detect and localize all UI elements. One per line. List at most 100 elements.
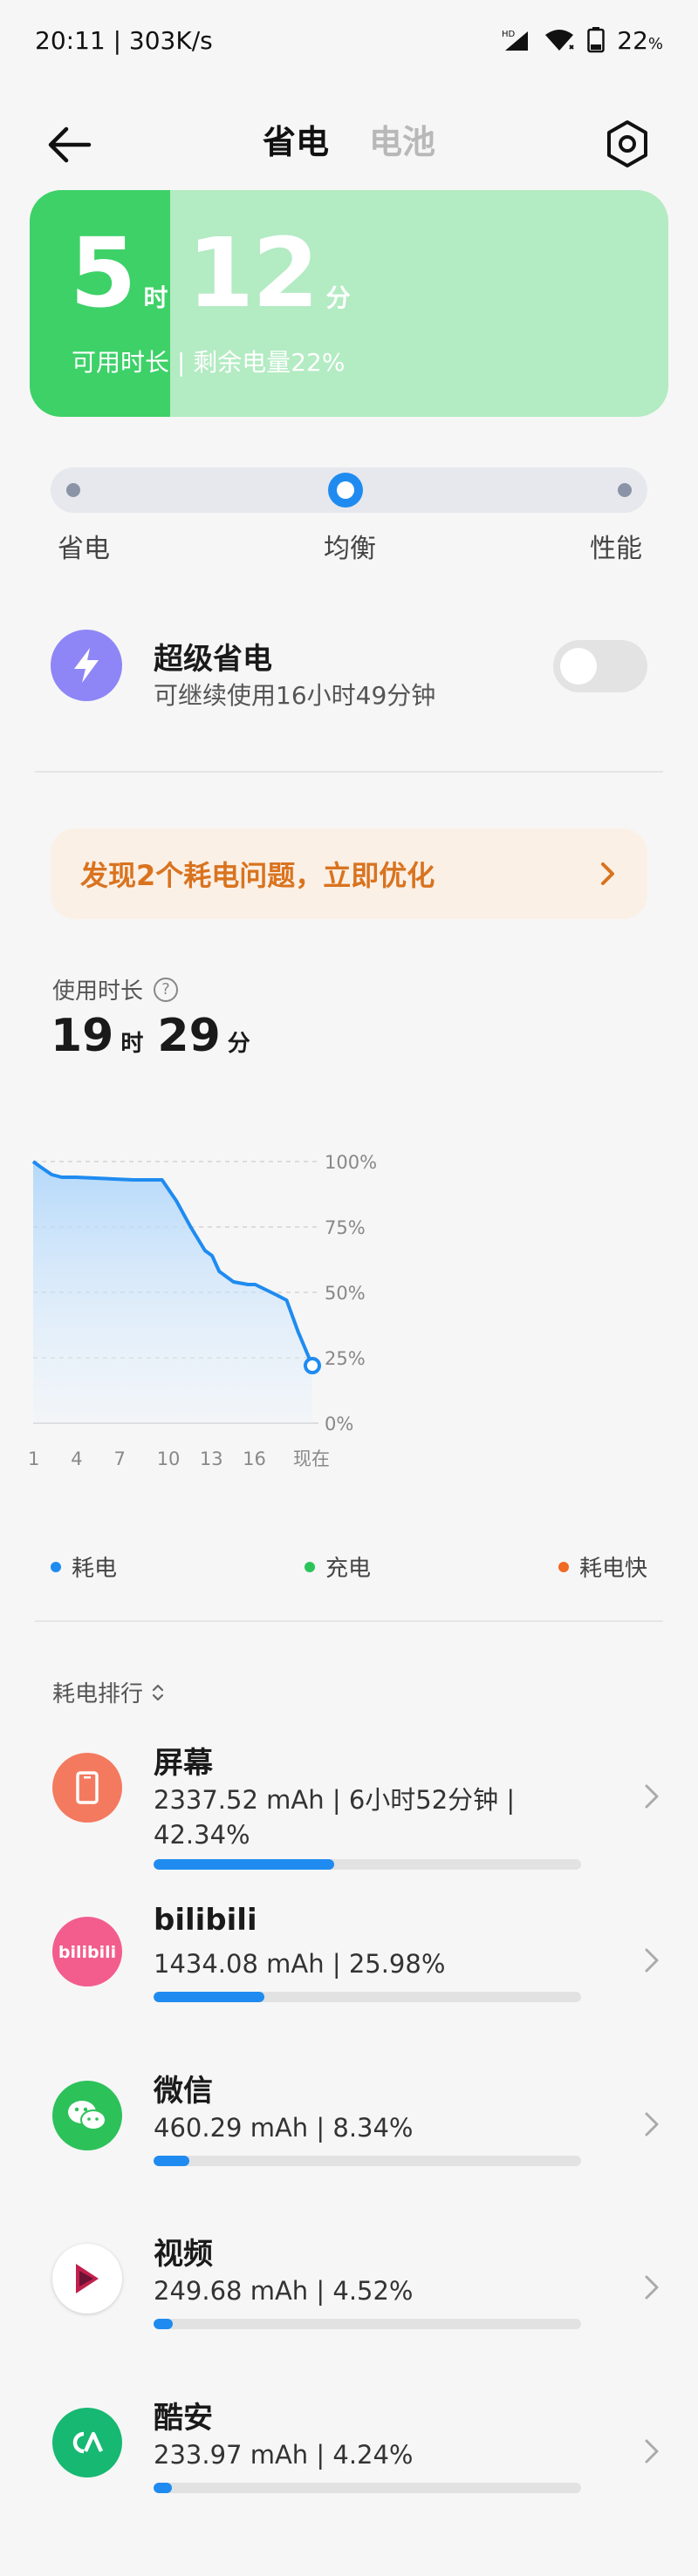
legend-item: 耗电 <box>51 1550 117 1583</box>
app-consumption-bar-fill <box>154 1992 265 2002</box>
legend-label: 充电 <box>325 1556 371 1582</box>
app-name: 屏幕 <box>154 1746 213 1781</box>
y-tick-label: 0% <box>325 1414 353 1435</box>
status-bar: 20:11 | 303K/s HD 22% <box>0 0 698 80</box>
help-icon[interactable]: ? <box>154 977 179 1002</box>
battery-subtitle: 可用时长 | 剩余电量22% <box>72 348 346 377</box>
hours-unit: 时 <box>143 283 168 312</box>
optimize-issues-banner[interactable]: 发现2个耗电问题，立即优化 <box>51 828 647 919</box>
battery-percent: 22% <box>617 25 663 55</box>
bilibili-icon: bilibili <box>52 1917 122 1987</box>
performance-mode-slider[interactable] <box>51 467 647 513</box>
x-tick-label: 1 <box>28 1448 39 1469</box>
app-consumption-bar-fill <box>154 2483 172 2493</box>
app-consumption-bar <box>154 2483 581 2493</box>
remaining-hours: 5 <box>70 217 137 329</box>
consumption-ranking-sort[interactable]: 耗电排行 <box>52 1676 166 1708</box>
svg-text:bilibili: bilibili <box>58 1943 116 1962</box>
battery-level-chart: 100% 75% 50% 25% 0% 1 4 7 10 13 16 现在 <box>28 1152 377 1469</box>
usage-duration: 19 时 29 分 <box>51 1010 264 1062</box>
mode-stop-save[interactable] <box>66 483 80 497</box>
legend-label: 耗电快 <box>578 1556 647 1582</box>
app-consumption-stat: 249.68 mAh | 4.52% <box>154 2276 414 2306</box>
legend-label: 耗电 <box>72 1556 118 1582</box>
usage-minutes: 29 <box>157 1010 221 1062</box>
app-consumption-bar <box>154 1859 581 1870</box>
chevron-right-icon <box>645 1948 659 1973</box>
app-consumption-bar <box>154 1992 581 2002</box>
mode-label-performance[interactable]: 性能 <box>590 527 642 565</box>
battery-icon <box>587 27 605 53</box>
app-row-1[interactable]: bilibili bilibili 1434.08 mAh | 25.98% <box>51 1901 661 2049</box>
battery-remaining-card: 5 时 12 分 可用时长 | 剩余电量22% <box>30 190 668 417</box>
legend-item: 充电 <box>304 1550 371 1583</box>
tab-bar: 省电 电池 <box>0 115 698 163</box>
super-save-subtitle: 可继续使用16小时49分钟 <box>154 681 436 710</box>
usage-minutes-unit: 分 <box>227 1031 250 1057</box>
tab-battery[interactable]: 电池 <box>369 115 435 163</box>
app-consumption-stat: 233.97 mAh | 4.24% <box>154 2440 414 2470</box>
legend-dot <box>51 1561 61 1572</box>
super-save-title: 超级省电 <box>154 642 272 677</box>
chevron-right-icon <box>645 1784 659 1809</box>
super-save-toggle[interactable] <box>553 640 647 692</box>
app-name: bilibili <box>154 1903 257 1938</box>
remaining-minutes: 12 <box>187 217 319 329</box>
app-consumption-stat: 460.29 mAh | 8.34% <box>154 2113 414 2143</box>
lightning-icon <box>51 630 122 701</box>
hd-signal-icon: HD <box>502 30 529 51</box>
x-tick-label: 10 <box>157 1448 181 1469</box>
app-consumption-stat: 1434.08 mAh | 25.98% <box>154 1949 446 1979</box>
sort-chevrons-icon <box>152 1684 164 1700</box>
legend-dot <box>558 1561 569 1572</box>
issue-banner-text: 发现2个耗电问题，立即优化 <box>80 859 435 892</box>
legend-item: 耗电快 <box>558 1550 647 1583</box>
x-tick-label: 16 <box>243 1448 266 1469</box>
x-tick-label: 13 <box>200 1448 223 1469</box>
chevron-right-icon <box>645 2275 659 2300</box>
usage-hours: 19 <box>51 1010 114 1062</box>
chevron-right-icon <box>645 2112 659 2136</box>
app-row-3[interactable]: 视频 249.68 mAh | 4.52% <box>51 2228 661 2376</box>
coolapk-icon <box>52 2408 122 2477</box>
usage-duration-label: 使用时长 ? <box>52 973 179 1005</box>
app-consumption-stat: 2337.52 mAh | 6小时52分钟 | 42.34% <box>154 1785 516 1850</box>
mode-label-balanced[interactable]: 均衡 <box>324 527 376 565</box>
app-row-2[interactable]: 微信 460.29 mAh | 8.34% <box>51 2065 661 2213</box>
y-tick-label: 100% <box>325 1152 377 1173</box>
settings-icon[interactable] <box>602 119 653 169</box>
x-tick-label: 4 <box>71 1448 82 1469</box>
wechat-icon <box>52 2081 122 2150</box>
chevron-right-icon <box>601 862 614 885</box>
x-tick-label: 现在 <box>293 1448 330 1469</box>
app-consumption-bar-fill <box>154 2156 189 2166</box>
mode-slider-knob[interactable] <box>328 473 363 508</box>
screen-icon <box>52 1753 122 1823</box>
remaining-time: 5 时 12 分 <box>70 225 370 321</box>
app-consumption-bar-fill <box>154 2319 174 2329</box>
y-tick-label: 75% <box>325 1217 366 1238</box>
mode-labels: 省电 均衡 性能 <box>58 527 642 565</box>
mode-stop-performance[interactable] <box>618 483 632 497</box>
toggle-knob <box>560 648 597 685</box>
status-time-speed: 20:11 | 303K/s <box>35 25 213 55</box>
current-level-point <box>304 1357 321 1374</box>
app-name: 微信 <box>154 2074 213 2109</box>
x-tick-label: 7 <box>113 1448 125 1469</box>
app-row-4[interactable]: 酷安 233.97 mAh | 4.24% <box>51 2392 661 2540</box>
tab-power-save[interactable]: 省电 <box>263 115 329 163</box>
app-consumption-bar <box>154 2156 581 2166</box>
y-tick-label: 50% <box>325 1283 366 1304</box>
chart-legend: 耗电 充电 耗电快 <box>51 1550 647 1583</box>
svg-text:HD: HD <box>502 30 516 39</box>
mode-label-save[interactable]: 省电 <box>58 527 110 565</box>
chevron-right-icon <box>645 2439 659 2464</box>
app-row-0[interactable]: 屏幕 2337.52 mAh | 6小时52分钟 | 42.34% <box>51 1737 661 1885</box>
super-power-save-row: 超级省电 可继续使用16小时49分钟 <box>51 630 647 710</box>
divider <box>35 771 663 773</box>
status-icons: HD 22% <box>502 26 663 55</box>
wifi-icon <box>545 30 574 51</box>
legend-dot <box>304 1561 315 1572</box>
app-consumption-bar <box>154 2319 581 2329</box>
minutes-unit: 分 <box>325 283 351 312</box>
